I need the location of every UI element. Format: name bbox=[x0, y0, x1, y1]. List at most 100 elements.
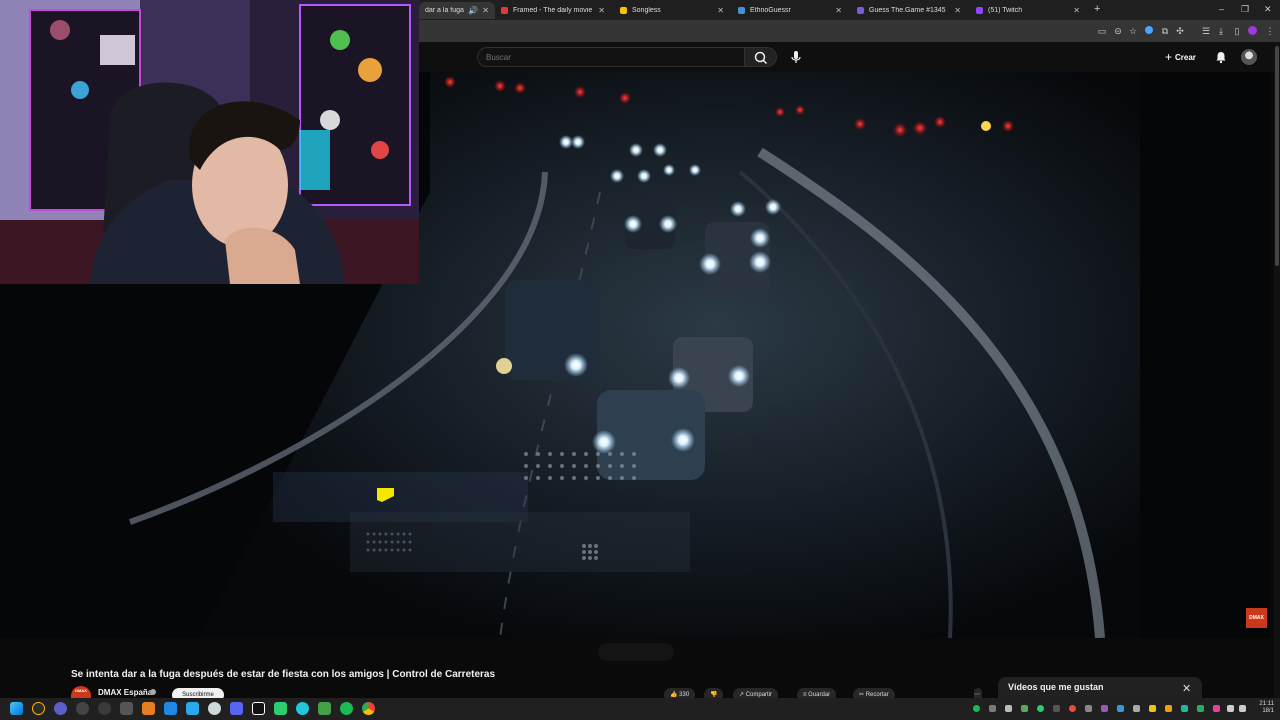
microphone-icon bbox=[791, 51, 801, 63]
page-scrollbar[interactable] bbox=[1274, 42, 1280, 698]
songless-favicon-icon bbox=[620, 7, 627, 14]
app-box-icon[interactable] bbox=[120, 702, 133, 715]
reading-list-icon[interactable]: ☰ bbox=[1201, 26, 1211, 36]
search-input[interactable] bbox=[477, 47, 745, 67]
app-arrow-icon[interactable] bbox=[98, 702, 111, 715]
maximize-button[interactable]: ❐ bbox=[1241, 4, 1249, 15]
ethnoguessr-favicon-icon bbox=[738, 7, 745, 14]
tray-app13-icon[interactable] bbox=[1181, 705, 1188, 712]
tab-label: Framed - The daily movie gues bbox=[513, 7, 594, 14]
tray-app8-icon[interactable] bbox=[1101, 705, 1108, 712]
tray-mic-icon[interactable] bbox=[1213, 705, 1220, 712]
tray-app14-icon[interactable] bbox=[1197, 705, 1204, 712]
bookmark-star-icon[interactable]: ☆ bbox=[1128, 26, 1138, 36]
profile-icon[interactable] bbox=[1247, 26, 1257, 36]
youtube-header: +Crear bbox=[419, 42, 1280, 72]
network-icon[interactable] bbox=[1227, 705, 1234, 712]
app-orange-icon[interactable] bbox=[142, 702, 155, 715]
tray-app5-icon[interactable] bbox=[1053, 705, 1060, 712]
tray-app7-icon[interactable] bbox=[1085, 705, 1092, 712]
tab-label: dar a la fuga de bbox=[425, 7, 466, 14]
extension-blue-icon[interactable] bbox=[1144, 26, 1154, 36]
player-controls-hint[interactable] bbox=[598, 643, 674, 661]
menu-kebab-icon[interactable]: ⋮ bbox=[1265, 26, 1275, 36]
video-title: Se intenta dar a la fuga después de esta… bbox=[71, 669, 496, 680]
clock-date: 18/1 bbox=[1262, 708, 1274, 714]
tray-app12-icon[interactable] bbox=[1165, 705, 1172, 712]
speaker-icon[interactable]: 🔊 bbox=[468, 6, 478, 15]
guessthegame-favicon-icon bbox=[857, 7, 864, 14]
liked-videos-title: Vídeos que me gustan bbox=[1008, 682, 1104, 692]
discord-icon[interactable] bbox=[230, 702, 243, 715]
scrollbar-thumb[interactable] bbox=[1275, 46, 1279, 266]
streamer-webcam bbox=[0, 0, 419, 284]
app-cyan-icon[interactable] bbox=[296, 702, 309, 715]
channel-avatar-text: DMAX bbox=[75, 688, 87, 693]
tab-close-icon[interactable]: ✕ bbox=[954, 6, 961, 15]
app-white-icon[interactable] bbox=[208, 702, 221, 715]
tab-songless[interactable]: Songless ✕ bbox=[614, 2, 730, 19]
app-v-icon[interactable] bbox=[54, 702, 67, 715]
verified-badge-icon bbox=[150, 689, 156, 695]
minimize-button[interactable]: – bbox=[1219, 4, 1224, 14]
search-taskbar-icon[interactable] bbox=[32, 702, 45, 715]
create-button[interactable]: + Crear bbox=[1165, 50, 1196, 64]
tab-guess-the-game[interactable]: Guess The.Game #1345 ✕ bbox=[851, 2, 967, 19]
channel-name[interactable]: DMAX España bbox=[98, 688, 152, 697]
spotify-icon[interactable] bbox=[340, 702, 353, 715]
tab-ethnoguessr[interactable]: EthnoGuessr ✕ bbox=[732, 2, 848, 19]
tray-app10-icon[interactable] bbox=[1133, 705, 1140, 712]
liked-panel-close-button[interactable]: ✕ bbox=[1182, 684, 1191, 695]
chrome-icon[interactable] bbox=[362, 702, 375, 715]
download-icon[interactable]: ⤓ bbox=[1216, 26, 1226, 36]
tab-close-icon[interactable]: ✕ bbox=[598, 6, 605, 15]
extensions-puzzle-icon[interactable]: ✣ bbox=[1175, 26, 1185, 36]
tab-label: Guess The.Game #1345 bbox=[869, 7, 946, 14]
search-button[interactable] bbox=[745, 47, 777, 67]
tab-label: Songless bbox=[632, 7, 661, 14]
tab-twitch[interactable]: (51) Twitch ✕ bbox=[970, 2, 1086, 19]
user-avatar[interactable] bbox=[1241, 49, 1257, 65]
tab-close-icon[interactable]: ✕ bbox=[717, 6, 724, 15]
start-windows-icon[interactable] bbox=[10, 702, 23, 715]
system-clock[interactable]: 21:11 18/1 bbox=[1252, 701, 1274, 715]
tray-app4-icon[interactable] bbox=[1037, 705, 1044, 712]
tab-label: (51) Twitch bbox=[988, 7, 1023, 14]
telegram-icon[interactable] bbox=[186, 702, 199, 715]
framed-favicon-icon bbox=[501, 7, 508, 14]
clock-time: 21:11 bbox=[1259, 701, 1274, 707]
notifications-bell-icon[interactable] bbox=[1214, 50, 1228, 64]
webcam-image bbox=[0, 0, 419, 284]
plus-icon: + bbox=[1165, 50, 1173, 64]
tray-app11-icon[interactable] bbox=[1149, 705, 1156, 712]
app-green-icon[interactable] bbox=[274, 702, 287, 715]
tray-app9-icon[interactable] bbox=[1117, 705, 1124, 712]
zoom-icon[interactable]: ⊝ bbox=[1113, 26, 1123, 36]
sidebar-icon[interactable]: ▯ bbox=[1232, 26, 1242, 36]
app-blue-icon[interactable] bbox=[164, 702, 177, 715]
voice-search-button[interactable] bbox=[787, 48, 805, 66]
tab-framed[interactable]: Framed - The daily movie gues ✕ bbox=[495, 2, 611, 19]
tray-app3-icon[interactable] bbox=[1021, 705, 1028, 712]
extension-icon[interactable]: ⧉ bbox=[1160, 26, 1170, 36]
close-window-button[interactable]: ✕ bbox=[1264, 4, 1272, 15]
browser-toolbar: ▭ ⊝ ☆ ⧉ ✣ ☰ ⤓ ▯ ⋮ bbox=[419, 20, 1280, 42]
tiktok-icon[interactable] bbox=[252, 702, 265, 715]
search-icon bbox=[754, 51, 768, 65]
install-app-icon[interactable]: ▭ bbox=[1097, 26, 1107, 36]
tab-label: EthnoGuessr bbox=[750, 7, 791, 14]
app-circle-icon[interactable] bbox=[76, 702, 89, 715]
app-green2-icon[interactable] bbox=[318, 702, 331, 715]
tab-close-icon[interactable]: ✕ bbox=[835, 6, 842, 15]
tab-close-icon[interactable]: ✕ bbox=[1073, 6, 1080, 15]
tab-youtube-video[interactable]: dar a la fuga de 🔊 ✕ bbox=[419, 2, 495, 19]
dmax-watermark: DMAX bbox=[1246, 608, 1267, 628]
tray-app6-icon[interactable] bbox=[1069, 705, 1076, 712]
tray-spotify-icon[interactable] bbox=[973, 705, 980, 712]
tab-close-icon[interactable]: ✕ bbox=[482, 6, 489, 15]
tray-app-icon[interactable] bbox=[989, 705, 996, 712]
new-tab-button[interactable]: + bbox=[1094, 3, 1100, 15]
volume-icon[interactable] bbox=[1239, 705, 1246, 712]
tray-app2-icon[interactable] bbox=[1005, 705, 1012, 712]
channel-avatar[interactable]: DMAX bbox=[71, 686, 91, 698]
